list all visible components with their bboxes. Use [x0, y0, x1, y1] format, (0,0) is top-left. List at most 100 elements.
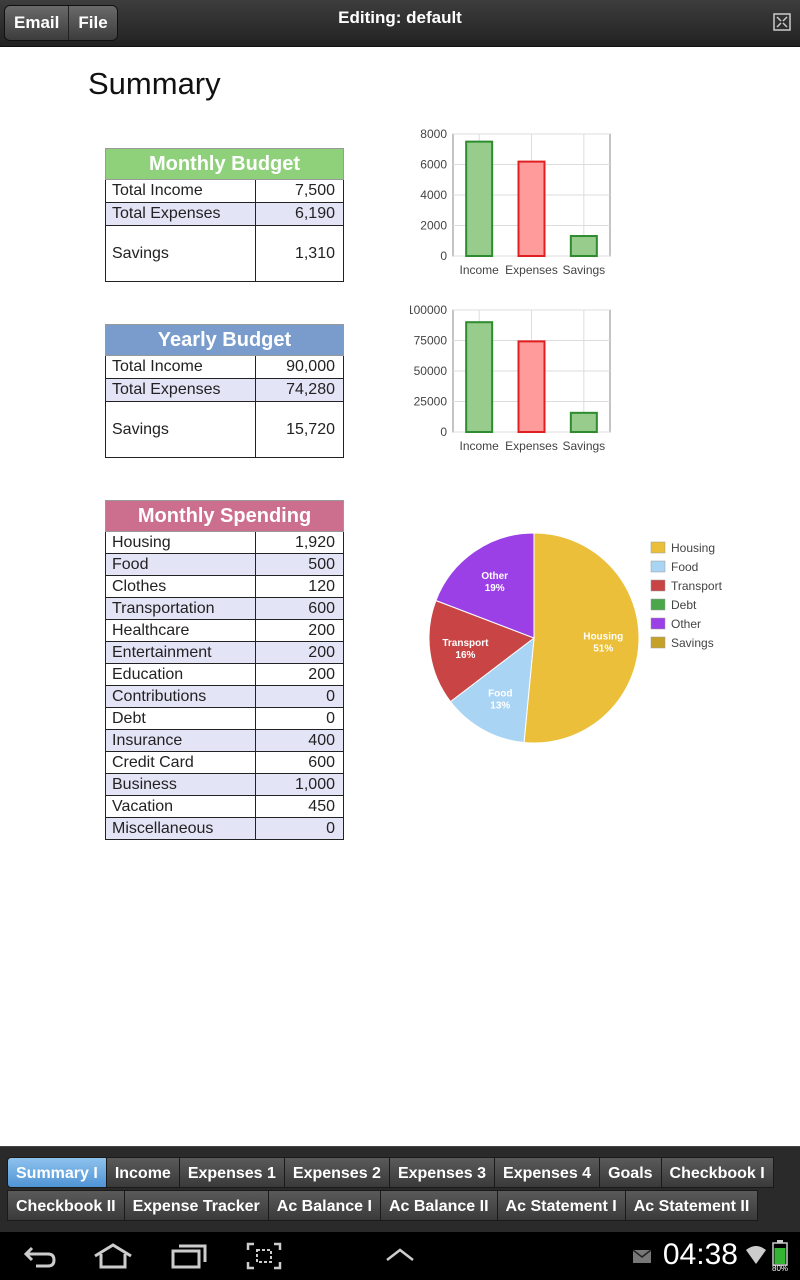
yearly-bar-chart: 0 25000 50000 75000 100000 Income Expenses Savi…: [410, 303, 611, 453]
editing-title: Editing: default: [338, 8, 462, 27]
battery-percent: 80%: [772, 1264, 788, 1272]
row-value[interactable]: 500: [255, 553, 344, 576]
row-label: Total Expenses: [105, 378, 256, 402]
y-tick-label: 0: [440, 425, 447, 439]
table-row: Transportation 600: [105, 597, 344, 620]
row-value[interactable]: 1,920: [255, 531, 344, 554]
slice-label: Other: [481, 571, 508, 582]
table-row: Savings 1,310: [105, 225, 344, 282]
row-value[interactable]: 450: [255, 795, 344, 818]
y-tick-label: 100000: [410, 303, 447, 317]
tab-ac-balance-i[interactable]: Ac Balance I: [267, 1190, 381, 1221]
table-row: Housing 1,920: [105, 531, 344, 554]
legend-swatch: [650, 579, 666, 592]
tab-summary-i[interactable]: Summary I: [7, 1157, 107, 1188]
row-value[interactable]: 74,280: [255, 378, 344, 402]
row-value[interactable]: 7,500: [255, 179, 344, 203]
row-value[interactable]: 0: [255, 817, 344, 840]
legend-label: Transport: [671, 579, 723, 593]
slice-percent: 19%: [485, 583, 505, 594]
row-value[interactable]: 0: [255, 685, 344, 708]
wifi-icon: [746, 1246, 766, 1264]
row-label: Transportation: [105, 597, 256, 620]
table-row: Contributions 0: [105, 685, 344, 708]
row-value[interactable]: 90,000: [255, 355, 344, 379]
tab-expense-tracker[interactable]: Expense Tracker: [123, 1190, 269, 1221]
spending-pie-chart: Housing51%Food13%Transport16%Other19%Hou…: [428, 532, 723, 744]
home-icon[interactable]: [92, 1242, 134, 1270]
menu-up-icon[interactable]: [384, 1246, 416, 1264]
slice-label: Housing: [583, 631, 623, 642]
table-row: Food 500: [105, 553, 344, 576]
legend-label: Housing: [671, 541, 715, 555]
row-value[interactable]: 1,310: [255, 225, 344, 282]
tab-checkbook-i[interactable]: Checkbook I: [660, 1157, 774, 1188]
row-value[interactable]: 200: [255, 641, 344, 664]
x-tick-label: Income: [459, 439, 499, 453]
table-row: Total Income 90,000: [105, 355, 344, 379]
slice-label: Transport: [442, 638, 489, 649]
bar-expenses: [517, 160, 546, 257]
row-label: Healthcare: [105, 619, 256, 642]
tab-income[interactable]: Income: [105, 1157, 180, 1188]
row-label: Business: [105, 773, 256, 796]
y-tick-label: 75000: [414, 334, 448, 348]
table-row: Clothes 120: [105, 575, 344, 598]
tab-expenses-4[interactable]: Expenses 4: [494, 1157, 601, 1188]
row-value[interactable]: 600: [255, 751, 344, 774]
table-row: Total Expenses 6,190: [105, 202, 344, 226]
monthly-budget-header: Monthly Budget: [105, 148, 344, 180]
row-value[interactable]: 200: [255, 619, 344, 642]
recent-apps-icon[interactable]: [170, 1242, 208, 1270]
battery-icon: 80%: [772, 1240, 788, 1272]
slice-label: Food: [488, 689, 512, 700]
y-tick-label: 6000: [420, 158, 447, 172]
row-label: Miscellaneous: [105, 817, 256, 840]
table-row: Miscellaneous 0: [105, 817, 344, 840]
tab-checkbook-ii[interactable]: Checkbook II: [7, 1190, 125, 1221]
back-icon[interactable]: [22, 1242, 58, 1270]
mail-notification-icon: [632, 1249, 652, 1263]
tab-expenses-1[interactable]: Expenses 1: [178, 1157, 285, 1188]
monthly-bar-chart: 0 2000 4000 6000 8000 Income Expenses Savings: [420, 127, 611, 277]
row-label: Total Income: [105, 355, 256, 379]
screenshot-icon[interactable]: [246, 1242, 282, 1270]
tab-goals[interactable]: Goals: [599, 1157, 662, 1188]
x-tick-label: Income: [459, 263, 499, 277]
row-label: Insurance: [105, 729, 256, 752]
tab-expenses-3[interactable]: Expenses 3: [388, 1157, 496, 1188]
row-value[interactable]: 400: [255, 729, 344, 752]
row-value[interactable]: 600: [255, 597, 344, 620]
row-label: Credit Card: [105, 751, 256, 774]
table-row: Vacation 450: [105, 795, 344, 818]
legend-swatch: [650, 617, 666, 630]
row-value[interactable]: 15,720: [255, 401, 344, 458]
row-value[interactable]: 120: [255, 575, 344, 598]
row-label: Food: [105, 553, 256, 576]
y-tick-label: 0: [440, 249, 447, 263]
table-row: Savings 15,720: [105, 401, 344, 458]
tab-ac-statement-ii[interactable]: Ac Statement II: [624, 1190, 759, 1221]
x-tick-label: Expenses: [505, 263, 558, 277]
legend-swatch: [650, 598, 666, 611]
row-value[interactable]: 200: [255, 663, 344, 686]
legend-label: Food: [671, 560, 698, 574]
clock: 04:38: [662, 1238, 738, 1271]
legend-swatch: [650, 636, 666, 649]
table-row: Debt 0: [105, 707, 344, 730]
tab-ac-statement-i[interactable]: Ac Statement I: [496, 1190, 626, 1221]
row-value[interactable]: 1,000: [255, 773, 344, 796]
fullscreen-icon[interactable]: [773, 13, 791, 31]
table-row: Insurance 400: [105, 729, 344, 752]
row-value[interactable]: 6,190: [255, 202, 344, 226]
sheet-tab-bar: Summary I Income Expenses 1 Expenses 2 Expen…: [0, 1146, 800, 1232]
row-value[interactable]: 0: [255, 707, 344, 730]
legend-label: Debt: [671, 598, 697, 612]
x-tick-label: Savings: [562, 263, 605, 277]
legend-label: Other: [671, 617, 701, 631]
slice-percent: 51%: [593, 643, 613, 654]
tab-expenses-2[interactable]: Expenses 2: [283, 1157, 390, 1188]
table-row: Total Income 7,500: [105, 179, 344, 203]
row-label: Contributions: [105, 685, 256, 708]
tab-ac-balance-ii[interactable]: Ac Balance II: [379, 1190, 498, 1221]
